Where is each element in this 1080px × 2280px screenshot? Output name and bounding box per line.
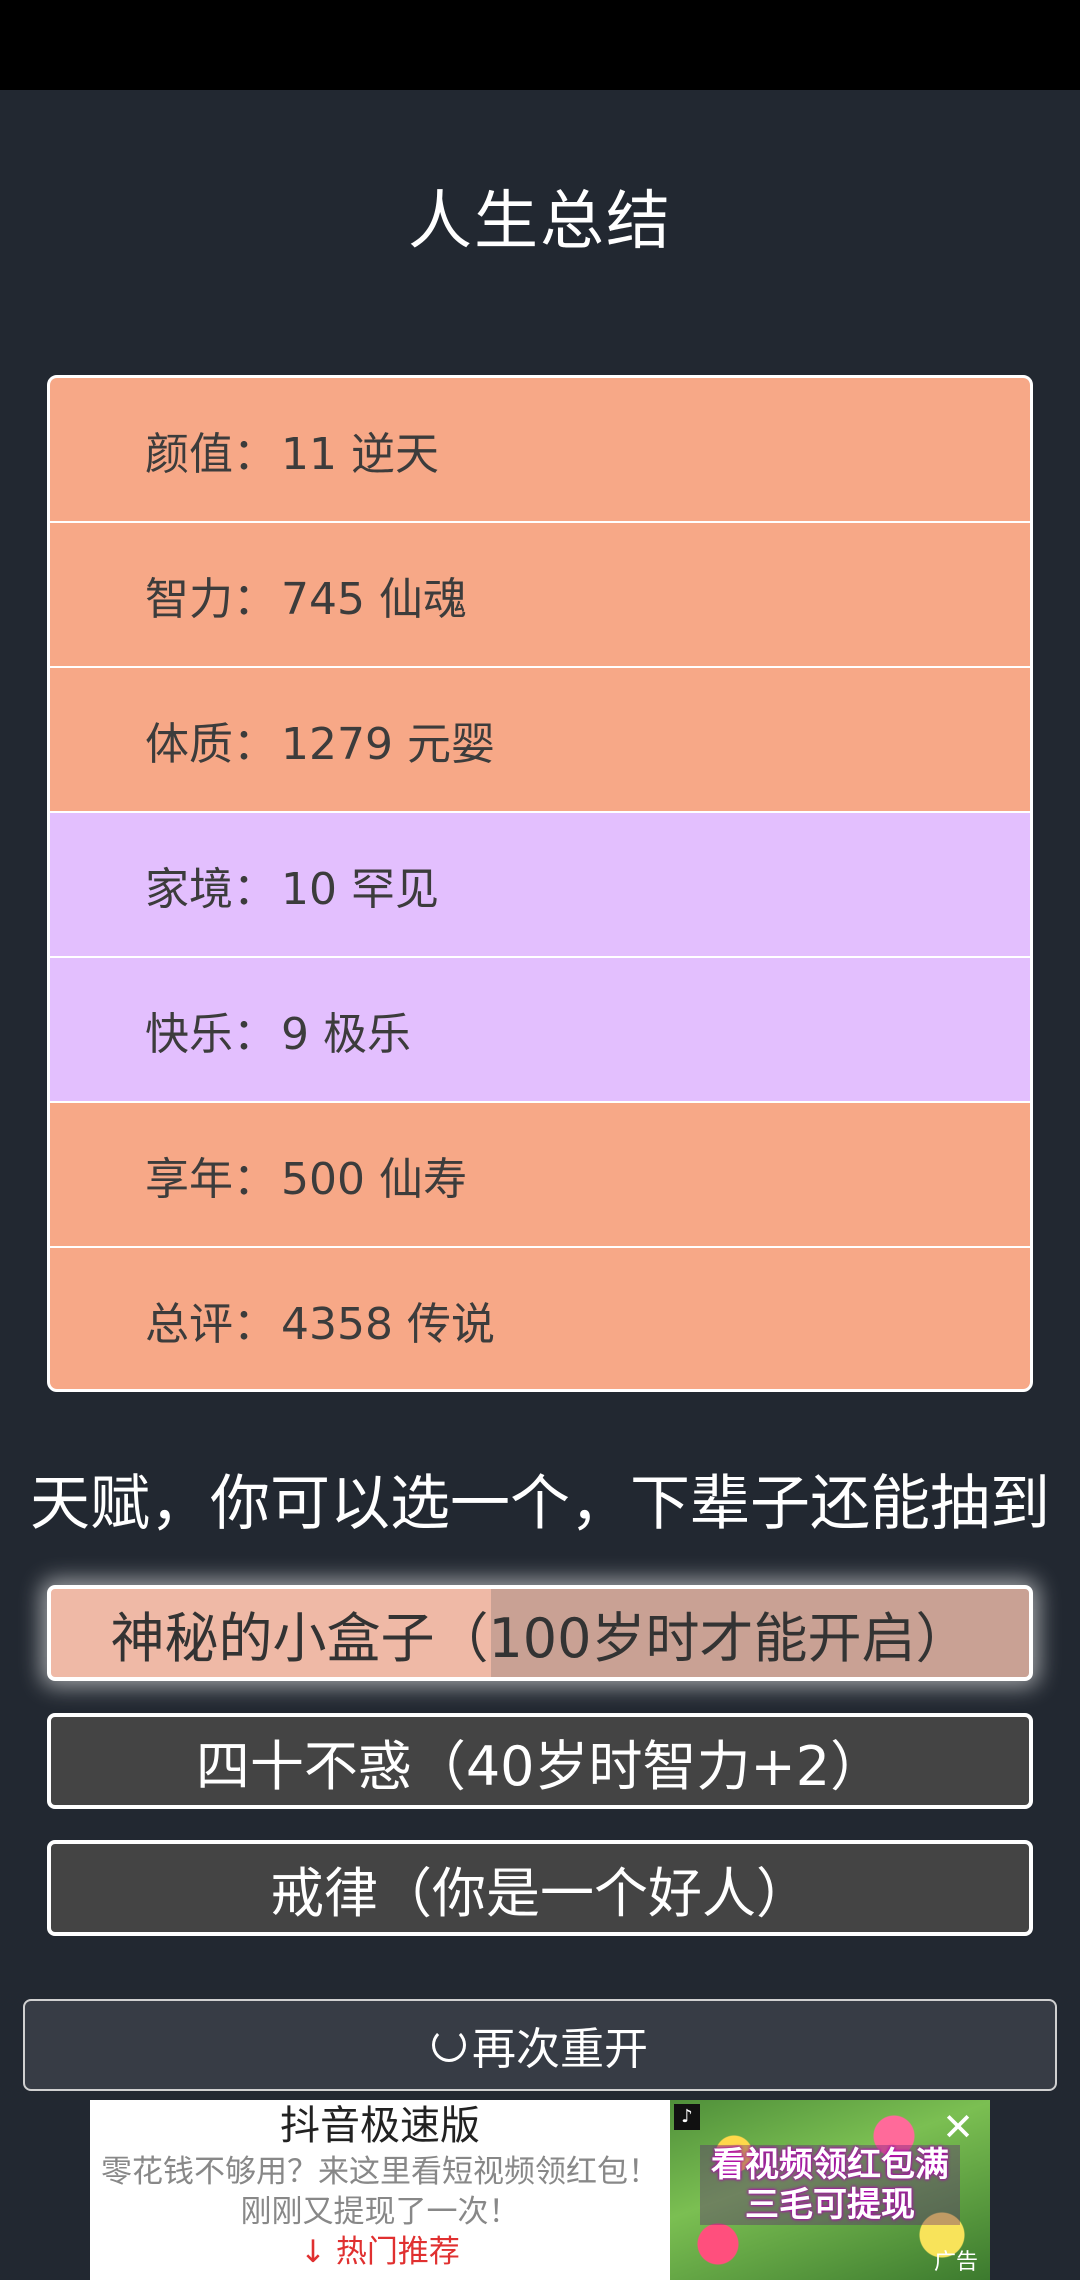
- stat-value: 9 极乐: [281, 1008, 411, 1060]
- talent-heading: 天赋，你可以选一个，下辈子还能抽到: [0, 1455, 1080, 1535]
- stat-label: 总评：: [145, 1298, 277, 1350]
- stat-value: 10 罕见: [281, 863, 439, 915]
- restart-button[interactable]: 再次重开: [23, 1999, 1057, 2091]
- stat-value: 500 仙寿: [281, 1153, 467, 1205]
- stat-label: 享年：: [145, 1153, 277, 1205]
- ad-app-name: 抖音极速版: [280, 2103, 480, 2149]
- stat-row-intelligence: 智力： 745 仙魂: [50, 523, 1030, 666]
- ad-banner[interactable]: 抖音极速版 零花钱不够用？来这里看短视频领红包！刚刚又提现了一次！ ↓ 热门推荐…: [90, 2100, 990, 2280]
- talent-option-mystery-box[interactable]: 神秘的小盒子（100岁时才能开启）: [47, 1585, 1033, 1681]
- stat-row-happiness: 快乐： 9 极乐: [50, 958, 1030, 1101]
- ad-link[interactable]: ↓ 热门推荐: [90, 2232, 670, 2272]
- stat-row-physique: 体质： 1279 元婴: [50, 668, 1030, 811]
- tiktok-icon: ♪: [674, 2104, 700, 2130]
- close-icon[interactable]: ✕: [942, 2108, 974, 2146]
- stat-label: 体质：: [145, 718, 277, 770]
- talent-heading-text: 天赋，你可以选一个，下辈子还能抽到: [30, 1469, 1050, 1535]
- stat-label: 智力：: [145, 573, 277, 625]
- talent-label: 戒律（你是一个好人）: [270, 1861, 810, 1925]
- stat-row-overall: 总评： 4358 传说: [50, 1248, 1030, 1389]
- restart-label: 再次重开: [472, 2024, 648, 2075]
- status-bar: [0, 0, 1080, 90]
- talent-label: 神秘的小盒子（100岁时才能开启）: [110, 1606, 970, 1670]
- stat-label: 家境：: [145, 863, 277, 915]
- stat-value: 4358 传说: [281, 1298, 495, 1350]
- ad-image[interactable]: ♪ ✕ 看视频领红包满三毛可提现 广告: [670, 2100, 990, 2280]
- stat-row-lifespan: 享年： 500 仙寿: [50, 1103, 1030, 1246]
- stat-value: 1279 元婴: [281, 718, 495, 770]
- talent-label: 四十不惑（40岁时智力+2）: [195, 1734, 885, 1798]
- ad-tag: 广告: [933, 2250, 978, 2275]
- stat-label: 快乐：: [145, 1008, 277, 1060]
- stats-panel: 颜值： 11 逆天 智力： 745 仙魂 体质： 1279 元婴 家境： 10 罕见 快…: [47, 375, 1033, 1392]
- talent-option-forty[interactable]: 四十不惑（40岁时智力+2）: [47, 1713, 1033, 1809]
- stat-label: 颜值：: [145, 428, 277, 480]
- ad-description: 零花钱不够用？来这里看短视频领红包！刚刚又提现了一次！: [101, 2154, 659, 2230]
- stat-value: 11 逆天: [281, 428, 439, 480]
- stat-value: 745 仙魂: [281, 573, 467, 625]
- talent-option-discipline[interactable]: 戒律（你是一个好人）: [47, 1840, 1033, 1936]
- ad-link-label: 热门推荐: [335, 2234, 460, 2270]
- page-title: 人生总结: [408, 185, 672, 259]
- stat-row-family: 家境： 10 罕见: [50, 813, 1030, 956]
- ad-image-text: 看视频领红包满三毛可提现: [700, 2145, 960, 2225]
- stat-row-appearance: 颜值： 11 逆天: [50, 378, 1030, 521]
- ad-text-block: 抖音极速版 零花钱不够用？来这里看短视频领红包！刚刚又提现了一次！ ↓ 热门推荐: [90, 2100, 670, 2280]
- refresh-icon: [432, 2028, 466, 2062]
